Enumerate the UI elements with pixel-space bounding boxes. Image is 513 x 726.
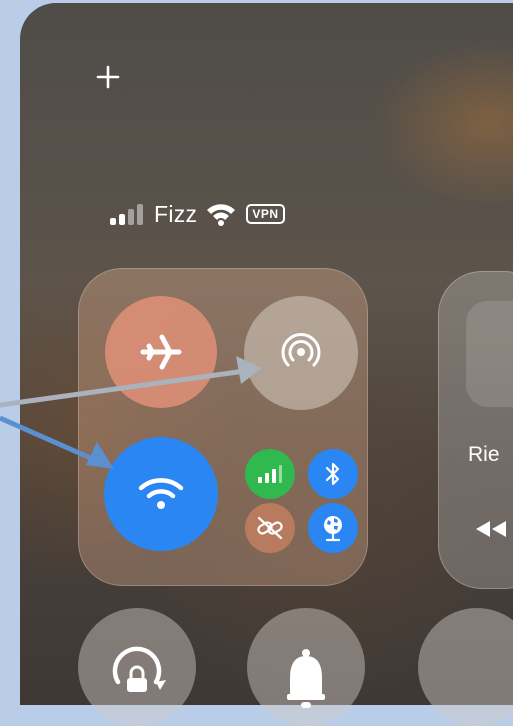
airdrop-icon (281, 333, 321, 367)
hotspot-link-icon (257, 516, 283, 540)
vpn-button[interactable] (308, 503, 358, 553)
airdrop-button[interactable] (244, 296, 358, 410)
wifi-icon (138, 478, 184, 509)
carrier-name: Fizz (154, 200, 198, 227)
wifi-status-icon (207, 204, 236, 226)
now-playing-panel[interactable]: Rie (438, 271, 513, 589)
bluetooth-icon (325, 462, 340, 486)
rotation-lock-icon (112, 646, 166, 692)
airplane-mode-button[interactable] (105, 296, 217, 408)
cellular-data-button[interactable] (245, 449, 295, 499)
wifi-button[interactable] (104, 437, 218, 551)
bluetooth-button[interactable] (308, 449, 358, 499)
add-icon[interactable] (96, 65, 120, 89)
album-art (466, 301, 513, 407)
signal-strength-icon (110, 204, 143, 225)
bell-icon (287, 649, 325, 708)
rewind-icon[interactable] (474, 519, 508, 539)
globe-icon (324, 516, 342, 542)
status-bar: Fizz VPN (108, 199, 285, 229)
personal-hotspot-button[interactable] (245, 503, 295, 553)
cellular-icon (258, 465, 282, 483)
vpn-status-badge: VPN (246, 204, 285, 224)
silent-mode-button[interactable] (247, 608, 365, 726)
now-playing-title: Rie (468, 443, 500, 466)
airplane-icon (140, 334, 182, 370)
rotation-lock-button[interactable] (78, 608, 196, 726)
